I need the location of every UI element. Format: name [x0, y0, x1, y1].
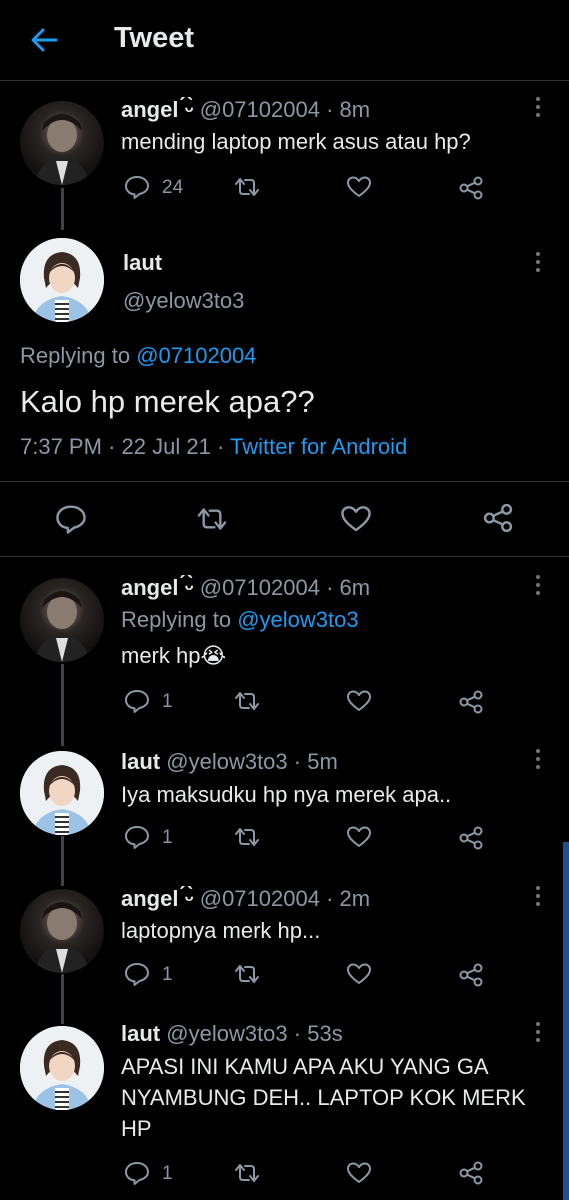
timestamp[interactable]: 2m [340, 886, 371, 911]
tweet-time[interactable]: 7:37 PM [20, 434, 102, 459]
timestamp[interactable]: 8m [340, 97, 371, 122]
page-title: Tweet [114, 22, 195, 54]
tweet-text: mending laptop merk asus atau hp? [121, 129, 471, 154]
display-name[interactable]: laut [121, 749, 160, 774]
avatar[interactable] [20, 238, 104, 322]
avatar[interactable] [20, 578, 104, 662]
tweet-meta: laut @yelow3to3 · 53s [121, 1021, 343, 1047]
retweet-icon[interactable] [231, 689, 263, 713]
scrollbar[interactable] [563, 842, 569, 1200]
more-options-icon[interactable] [535, 97, 541, 123]
display-name[interactable]: laut [123, 250, 162, 276]
avatar[interactable] [20, 101, 104, 185]
thread-connector [61, 664, 64, 746]
timestamp[interactable]: 53s [307, 1021, 342, 1046]
reply-count: 1 [162, 1163, 173, 1184]
timestamp[interactable]: 6m [340, 575, 371, 600]
reply-icon[interactable] [124, 175, 150, 199]
retweet-icon[interactable] [193, 504, 231, 534]
tweet-meta: angel ́ᵕ̀ @07102004 · 8m [121, 97, 370, 123]
dot-separator: · [216, 434, 225, 459]
replying-to: Replying to @07102004 [20, 343, 256, 369]
tweet-meta: angel ́ᵕ̀ @07102004 · 2m [121, 886, 370, 912]
tweet-text: APASI INI KAMU APA AKU YANG GA NYAMBUNG … [121, 1054, 526, 1141]
more-options-icon[interactable] [535, 575, 541, 601]
share-icon[interactable] [458, 1160, 484, 1186]
like-icon[interactable] [340, 504, 372, 534]
reply-icon[interactable] [55, 504, 87, 534]
tweet-source[interactable]: Twitter for Android [230, 434, 407, 459]
like-icon[interactable] [346, 1161, 372, 1185]
like-icon[interactable] [346, 689, 372, 713]
top-bar: Tweet [0, 0, 569, 81]
avatar[interactable] [20, 889, 104, 973]
retweet-icon[interactable] [231, 175, 263, 199]
retweet-icon[interactable] [231, 1161, 263, 1185]
more-options-icon[interactable] [535, 1022, 541, 1048]
handle[interactable]: @07102004 [200, 886, 320, 911]
divider [0, 556, 569, 557]
tweet-text: Iya maksudku hp nya merek apa.. [121, 782, 452, 807]
like-icon[interactable] [346, 962, 372, 986]
dot-separator: · [326, 886, 334, 911]
like-icon[interactable] [346, 175, 372, 199]
like-icon[interactable] [346, 825, 372, 849]
tweet-text: merk hp😭 [121, 643, 227, 668]
replying-to-handle[interactable]: @07102004 [136, 343, 256, 368]
more-options-icon[interactable] [535, 749, 541, 775]
share-icon[interactable] [458, 175, 484, 201]
tweet-date[interactable]: 22 Jul 21 [122, 434, 211, 459]
thread-connector [61, 974, 64, 1024]
tweet-meta: angel ́ᵕ̀ @07102004 · 6m [121, 575, 370, 601]
dot-separator: · [326, 575, 334, 600]
handle[interactable]: @07102004 [200, 97, 320, 122]
reply-icon[interactable] [124, 1161, 150, 1185]
display-name[interactable]: angel ́ᵕ̀ [121, 886, 194, 911]
dot-separator: · [108, 434, 116, 459]
share-icon[interactable] [458, 689, 484, 715]
handle[interactable]: @yelow3to3 [166, 749, 287, 774]
retweet-icon[interactable] [231, 825, 263, 849]
reply-icon[interactable] [124, 825, 150, 849]
dot-separator: · [326, 97, 334, 122]
reply-count: 1 [162, 691, 173, 712]
thread-connector [61, 836, 64, 886]
divider [0, 481, 569, 482]
more-options-icon[interactable] [535, 886, 541, 912]
handle[interactable]: @yelow3to3 [123, 288, 244, 314]
avatar[interactable] [20, 751, 104, 835]
replying-to-handle[interactable]: @yelow3to3 [237, 607, 358, 632]
display-name[interactable]: angel ́ᵕ̀ [121, 97, 194, 122]
handle[interactable]: @yelow3to3 [166, 1021, 287, 1046]
replying-to-label: Replying to [121, 607, 232, 632]
more-options-icon[interactable] [535, 252, 541, 278]
replying-to: Replying to @yelow3to3 [121, 607, 359, 633]
tweet-meta: laut @yelow3to3 · 5m [121, 749, 338, 775]
reply-count: 1 [162, 827, 173, 848]
replying-to-label: Replying to [20, 343, 131, 368]
tweet-text: laptopnya merk hp... [121, 918, 321, 943]
back-arrow-icon[interactable] [26, 22, 62, 58]
reply-icon[interactable] [124, 689, 150, 713]
handle[interactable]: @07102004 [200, 575, 320, 600]
reply-count: 1 [162, 964, 173, 985]
share-icon[interactable] [458, 962, 484, 988]
thread-connector [61, 188, 64, 230]
share-icon[interactable] [482, 502, 514, 534]
share-icon[interactable] [458, 825, 484, 851]
display-name[interactable]: laut [121, 1021, 160, 1046]
retweet-icon[interactable] [231, 962, 263, 986]
reply-icon[interactable] [124, 962, 150, 986]
dot-separator: · [293, 1021, 302, 1046]
tweet-timestamp-row: 7:37 PM · 22 Jul 21 · Twitter for Androi… [20, 434, 407, 460]
display-name[interactable]: angel ́ᵕ̀ [121, 575, 194, 600]
dot-separator: · [293, 749, 302, 774]
timestamp[interactable]: 5m [307, 749, 338, 774]
reply-count: 24 [162, 177, 184, 198]
tweet-text: Kalo hp merek apa?? [20, 384, 315, 419]
avatar[interactable] [20, 1026, 104, 1110]
